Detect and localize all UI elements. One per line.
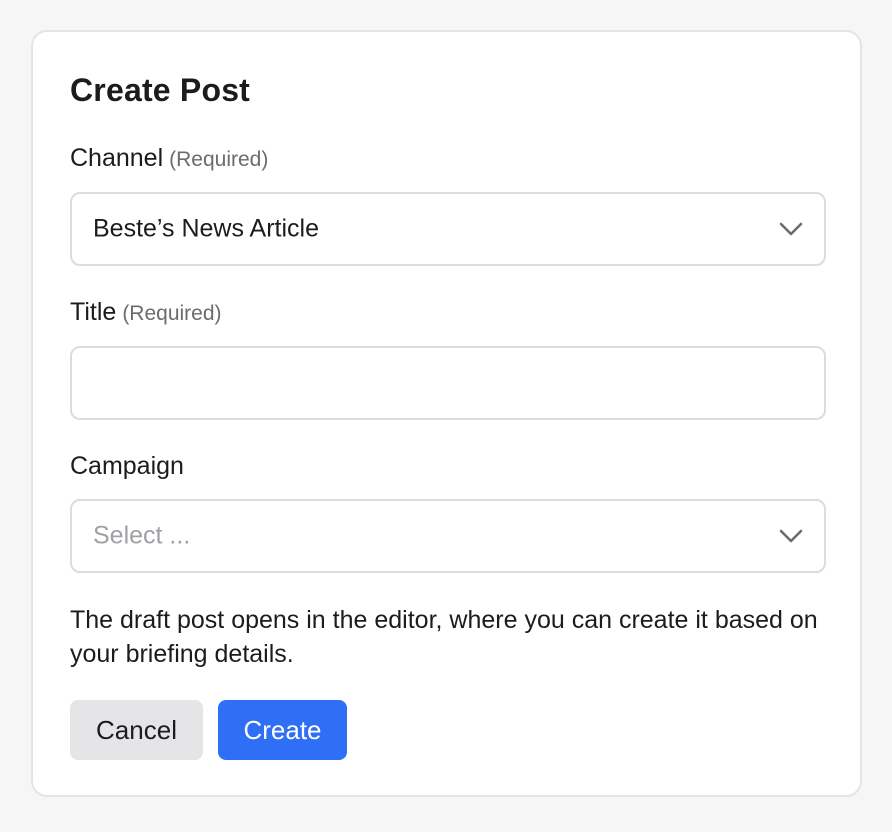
create-post-dialog: Create Post Channel (Required) Beste’s Ne… [31,30,862,797]
create-button[interactable]: Create [218,700,347,760]
campaign-placeholder: Select ... [93,521,191,550]
channel-required-note: (Required) [169,148,269,171]
title-field[interactable] [70,346,826,420]
campaign-label-text: Campaign [70,452,184,480]
campaign-label: Campaign [70,452,184,481]
channel-label: Channel (Required) [70,144,268,173]
title-label-text: Title [70,298,117,326]
campaign-select[interactable]: Select ... [70,499,826,573]
dialog-title: Create Post [70,72,251,108]
helper-text: The draft post opens in the editor, wher… [70,606,818,668]
title-label: Title (Required) [70,298,222,327]
channel-select[interactable]: Beste’s News Article [70,192,826,266]
title-required-note: (Required) [122,302,222,325]
channel-label-text: Channel [70,144,164,172]
chevron-down-icon [779,222,803,236]
chevron-down-icon [779,529,803,543]
cancel-button[interactable]: Cancel [70,700,203,760]
title-input[interactable] [72,348,824,418]
channel-selected-value: Beste’s News Article [93,214,320,243]
